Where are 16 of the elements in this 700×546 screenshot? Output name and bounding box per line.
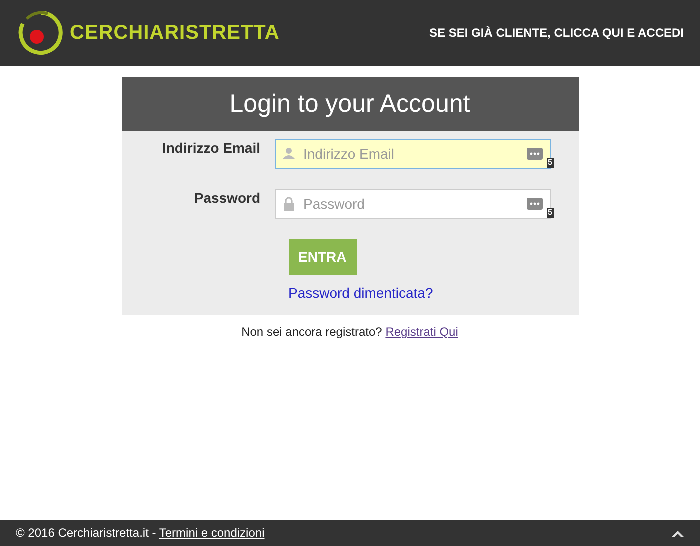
field-label: Password xyxy=(193,189,262,206)
logo-text[interactable]: CERCHIARISTRETTA xyxy=(70,22,280,44)
count-badge: 5 xyxy=(547,158,554,168)
logo-icon xyxy=(18,10,64,56)
register-link[interactable]: Registrati Qui xyxy=(386,325,458,339)
count-badge: 5 xyxy=(547,208,554,218)
forgot-password-link[interactable]: Password dimenticata? xyxy=(288,285,434,301)
login-link[interactable]: SE SEI GIÀ CLIENTE, CLICCA QUI E ACCEDI xyxy=(430,26,684,40)
copyright-text: © 2016 Cerchiaristretta.it - xyxy=(16,526,156,540)
password-manager-icon[interactable] xyxy=(526,198,542,210)
password-manager-icon[interactable] xyxy=(526,148,542,160)
card-title: Login to your Account xyxy=(122,77,578,131)
terms-link[interactable]: Termini e condizioni xyxy=(159,526,265,540)
scroll-up-icon[interactable] xyxy=(672,530,684,536)
field-label: Indirizzo Email xyxy=(161,139,262,156)
register-prompt: Non sei ancora registrato? xyxy=(242,325,382,339)
